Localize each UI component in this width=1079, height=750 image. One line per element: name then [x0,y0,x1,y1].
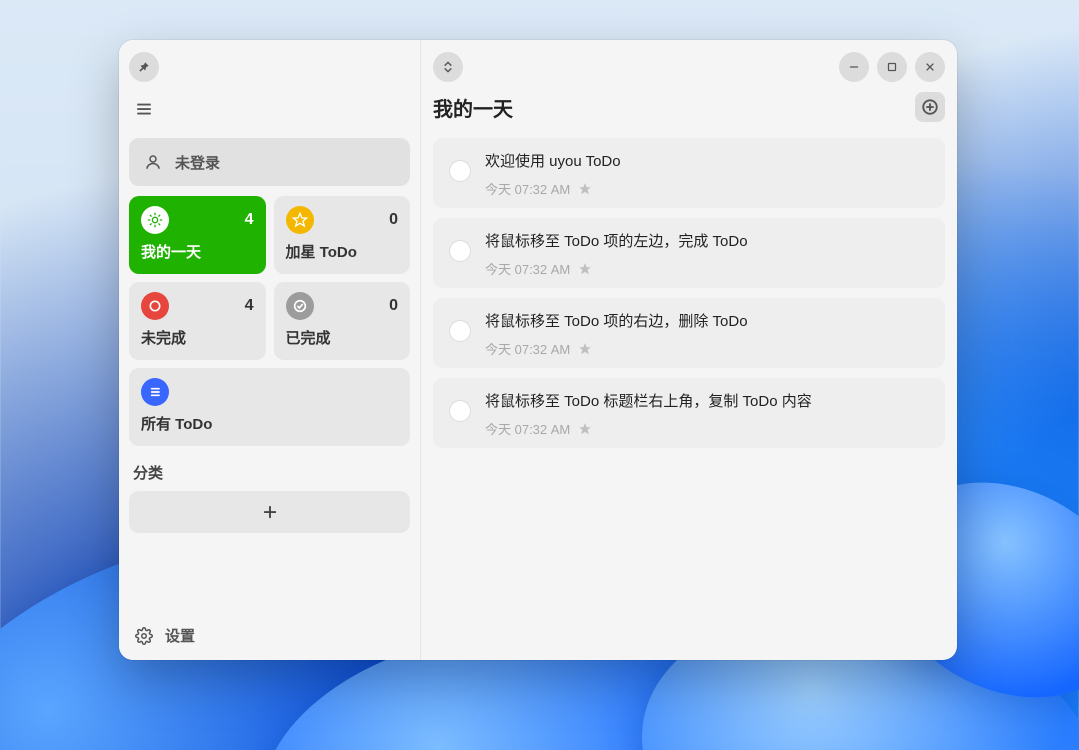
list-icon [141,378,169,406]
sidebar-cards: 4 我的一天 0 加星 ToDo 4 [129,196,410,446]
todo-time: 今天 07:32 AM [485,419,570,438]
settings-label: 设置 [165,625,195,646]
card-count: 4 [245,297,254,315]
chevrons-vertical-icon [441,60,455,74]
todo-title: 将鼠标移至 ToDo 项的左边，完成 ToDo [485,230,929,251]
sidebar-card-uncompleted[interactable]: 4 未完成 [129,282,266,360]
todo-checkbox[interactable] [449,320,471,342]
main-pane: 我的一天 欢迎使用 uyou ToDo 今天 07:32 AM [421,40,957,660]
minimize-button[interactable] [839,52,869,82]
todo-list: 欢迎使用 uyou ToDo 今天 07:32 AM 将鼠标移至 ToDo 项的… [433,138,945,448]
card-count: 0 [389,297,398,315]
sidebar-topbar [129,50,410,84]
add-todo-button[interactable] [915,92,945,122]
sidebar-card-my-day[interactable]: 4 我的一天 [129,196,266,274]
close-button[interactable] [915,52,945,82]
todo-time: 今天 07:32 AM [485,179,570,198]
main-header: 我的一天 [433,92,945,122]
settings-button[interactable]: 设置 [129,617,410,650]
card-label: 未完成 [141,327,254,348]
card-label: 所有 ToDo [141,413,398,434]
todo-checkbox[interactable] [449,400,471,422]
card-label: 加星 ToDo [286,241,399,262]
sidebar-card-completed[interactable]: 0 已完成 [274,282,411,360]
pin-button[interactable] [129,52,159,82]
todo-checkbox[interactable] [449,240,471,262]
minus-icon [848,61,860,73]
todo-title: 欢迎使用 uyou ToDo [485,150,929,171]
user-icon [143,152,163,172]
app-window: 未登录 4 我的一天 0 加星 ToDo [119,40,957,660]
star-icon [286,206,314,234]
todo-item[interactable]: 将鼠标移至 ToDo 项的左边，完成 ToDo 今天 07:32 AM [433,218,945,288]
todo-title: 将鼠标移至 ToDo 项的右边，删除 ToDo [485,310,929,331]
sidebar-card-starred[interactable]: 0 加星 ToDo [274,196,411,274]
todo-time: 今天 07:32 AM [485,339,570,358]
expand-button[interactable] [433,52,463,82]
plus-circle-icon [921,98,939,116]
card-count: 4 [245,211,254,229]
login-label: 未登录 [175,152,220,173]
sun-icon [141,206,169,234]
plus-icon [261,503,279,521]
pin-icon [137,60,151,74]
window-controls [839,52,945,82]
todo-title: 将鼠标移至 ToDo 标题栏右上角，复制 ToDo 内容 [485,390,929,411]
circle-icon [141,292,169,320]
close-icon [924,61,936,73]
check-circle-icon [286,292,314,320]
todo-time: 今天 07:32 AM [485,259,570,278]
todo-item[interactable]: 将鼠标移至 ToDo 标题栏右上角，复制 ToDo 内容 今天 07:32 AM [433,378,945,448]
star-icon[interactable] [578,182,592,196]
menu-button[interactable] [129,94,159,124]
gear-icon [135,627,153,645]
todo-checkbox[interactable] [449,160,471,182]
sidebar: 未登录 4 我的一天 0 加星 ToDo [119,40,421,660]
square-icon [886,61,898,73]
card-label: 已完成 [286,327,399,348]
page-title: 我的一天 [433,93,513,122]
card-count: 0 [389,211,398,229]
maximize-button[interactable] [877,52,907,82]
add-category-button[interactable] [129,491,410,533]
hamburger-icon [135,100,153,118]
main-topbar [433,50,945,84]
category-section-label: 分类 [133,462,406,483]
card-label: 我的一天 [141,241,254,262]
todo-item[interactable]: 欢迎使用 uyou ToDo 今天 07:32 AM [433,138,945,208]
sidebar-card-all[interactable]: 所有 ToDo [129,368,410,446]
star-icon[interactable] [578,422,592,436]
login-row[interactable]: 未登录 [129,138,410,186]
todo-item[interactable]: 将鼠标移至 ToDo 项的右边，删除 ToDo 今天 07:32 AM [433,298,945,368]
star-icon[interactable] [578,262,592,276]
star-icon[interactable] [578,342,592,356]
